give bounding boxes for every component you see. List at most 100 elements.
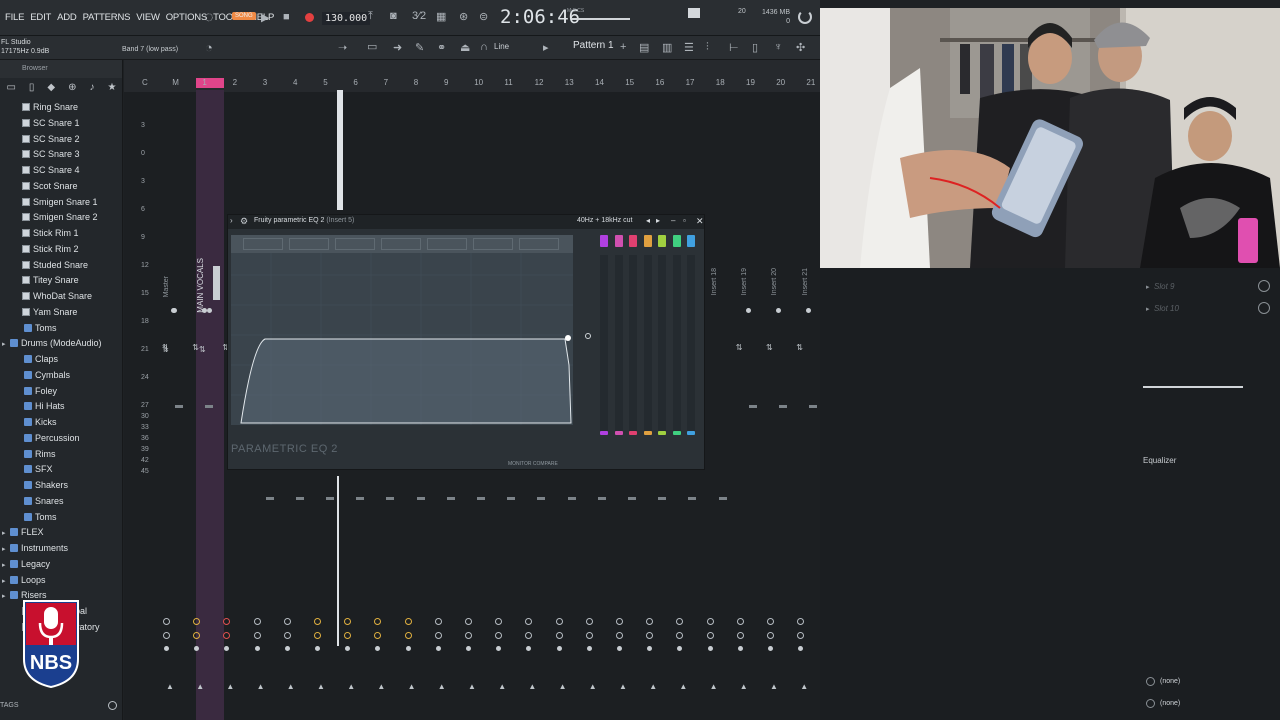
volume-fader[interactable] — [265, 497, 274, 500]
volume-fader[interactable] — [477, 497, 485, 500]
pan-knob[interactable] — [283, 618, 291, 625]
gear-icon[interactable]: ⚙ — [240, 216, 248, 227]
eq-band-gain-slider[interactable] — [614, 255, 623, 435]
eq-graph[interactable] — [231, 235, 573, 425]
browser-file[interactable]: Scot Snare — [0, 181, 123, 191]
chevron-right-icon[interactable]: ▸ — [2, 545, 10, 553]
route-arrow-icon[interactable]: ▲ — [317, 682, 325, 691]
pan-knob[interactable] — [163, 618, 170, 625]
eq-band-gain-handle[interactable] — [643, 235, 652, 247]
track-enable-dot[interactable] — [207, 308, 212, 313]
browser-file[interactable]: Stick Rim 1 — [0, 228, 123, 238]
prev-preset-icon[interactable]: ◂ — [646, 216, 650, 225]
collapse-icon[interactable]: ▭ — [6, 82, 15, 93]
volume-fader[interactable] — [628, 497, 636, 500]
route-arrow-icon[interactable]: ▲ — [740, 682, 748, 691]
pan-knob[interactable] — [404, 618, 412, 625]
eq-band-gain-handle[interactable] — [658, 235, 666, 247]
route-arrow-icon[interactable]: ▲ — [226, 682, 234, 691]
volume-fader[interactable] — [175, 405, 183, 408]
browser-folder[interactable]: Kicks — [0, 417, 123, 427]
volume-fader[interactable] — [688, 497, 697, 500]
arrow-right-icon[interactable]: ➝ — [338, 41, 347, 54]
snap-mode-select[interactable]: Line — [494, 42, 509, 51]
volume-knob[interactable] — [465, 632, 472, 639]
eq-band-gain-handle[interactable] — [687, 235, 695, 247]
chevron-right-icon[interactable]: ▸ — [2, 577, 10, 585]
pan-knob[interactable] — [585, 618, 593, 625]
browser-file[interactable]: SC Snare 1 — [0, 118, 123, 128]
browser-folder[interactable]: Rims — [0, 449, 123, 459]
blend-icon[interactable]: ⊜ — [479, 10, 488, 23]
volume-fader[interactable] — [295, 497, 304, 500]
input-routing-select[interactable]: (none) — [1160, 678, 1180, 685]
browser-file[interactable]: Smigen Snare 2 — [0, 212, 123, 222]
mix-level-slider[interactable] — [1143, 386, 1243, 388]
channel-rack-icon[interactable]: ☰ — [684, 41, 694, 54]
browser-folder[interactable]: ▸ FLEX — [0, 527, 123, 537]
volume-fader[interactable] — [356, 497, 365, 500]
playlist-icon[interactable]: ▤ — [639, 41, 649, 54]
eq-band-gain-handle[interactable] — [614, 235, 623, 247]
volume-fader[interactable] — [205, 405, 214, 408]
eq-band-gain-slider[interactable] — [643, 255, 652, 435]
route-arrow-icon[interactable]: ▲ — [649, 682, 657, 691]
volume-fader[interactable] — [809, 405, 818, 408]
route-arrow-icon[interactable]: ▲ — [166, 682, 174, 691]
eq-plugin-window[interactable]: › ⚙ Fruity parametric EQ 2 (Insert 5) 40… — [227, 214, 705, 470]
star-icon[interactable]: ★ — [107, 82, 116, 93]
stereo-arrows-icon[interactable]: ⇅ — [199, 345, 206, 354]
track-enable-dot[interactable] — [776, 308, 781, 313]
route-dot[interactable] — [405, 646, 411, 651]
route-arrow-icon[interactable]: ▲ — [287, 682, 295, 691]
step-edit-icon[interactable]: 3⁄2 — [412, 10, 426, 22]
volume-knob[interactable] — [404, 632, 412, 639]
close-icon[interactable]: ✕ — [696, 216, 704, 227]
browser-folder[interactable]: ▸ Loops — [0, 575, 123, 585]
volume-knob[interactable] — [767, 632, 774, 639]
route-dot[interactable] — [768, 646, 773, 651]
browser-folder[interactable]: Percussion — [0, 433, 123, 443]
insert-track-label[interactable]: Insert 20 — [771, 268, 778, 295]
pan-knob[interactable] — [706, 618, 714, 625]
browser-folder[interactable]: Claps — [0, 354, 123, 364]
eq-band-gain-slider[interactable] — [658, 255, 666, 435]
stop-icon[interactable]: ■ — [283, 11, 290, 23]
volume-knob[interactable] — [283, 632, 291, 639]
eq-band-gain-handle[interactable] — [629, 235, 637, 247]
browser-folder[interactable]: Foley — [0, 386, 123, 396]
song-mode-toggle[interactable]: SONG — [232, 12, 256, 20]
countdown-icon[interactable]: ⊛ — [459, 10, 468, 23]
tempo-display[interactable]: 130.000 — [322, 12, 371, 25]
music-note-icon[interactable]: ♪ — [89, 82, 94, 93]
route-arrow-icon[interactable]: ▲ — [528, 682, 536, 691]
volume-knob[interactable] — [163, 632, 170, 639]
route-dot[interactable] — [556, 646, 562, 651]
pattern-icon[interactable]: ▦ — [436, 10, 446, 23]
volume-fader[interactable] — [597, 497, 606, 500]
route-arrow-icon[interactable]: ▲ — [800, 682, 808, 691]
route-arrow-icon[interactable]: ▲ — [710, 682, 718, 691]
menu-options[interactable]: OPTIONS — [163, 12, 210, 23]
pan-knob[interactable] — [465, 618, 472, 625]
route-arrow-icon[interactable]: ▲ — [438, 682, 446, 691]
pan-knob[interactable] — [314, 618, 321, 625]
route-dot[interactable] — [586, 646, 592, 651]
stereo-arrows-icon[interactable]: ⇅ — [192, 343, 199, 352]
volume-fader[interactable] — [326, 497, 334, 500]
link-icon[interactable]: ⚭ — [437, 41, 446, 54]
eq-band-handle[interactable] — [585, 333, 591, 339]
volume-knob[interactable] — [585, 632, 593, 639]
volume-knob[interactable] — [736, 632, 744, 639]
eq-band-7-handle[interactable] — [565, 335, 571, 341]
volume-fader[interactable] — [386, 497, 395, 500]
route-arrow-icon[interactable]: ▲ — [770, 682, 778, 691]
eq-band-gain-slider[interactable] — [672, 255, 681, 435]
chevron-right-icon[interactable]: › — [230, 216, 233, 225]
route-arrow-icon[interactable]: ▲ — [347, 682, 355, 691]
volume-fader[interactable] — [718, 497, 727, 500]
browser-folder[interactable]: Cymbals — [0, 370, 123, 380]
stamp-icon[interactable]: ⏏ — [460, 41, 470, 54]
eq-band-gain-handle[interactable] — [672, 235, 681, 247]
output-routing-select[interactable]: (none) — [1160, 700, 1180, 707]
